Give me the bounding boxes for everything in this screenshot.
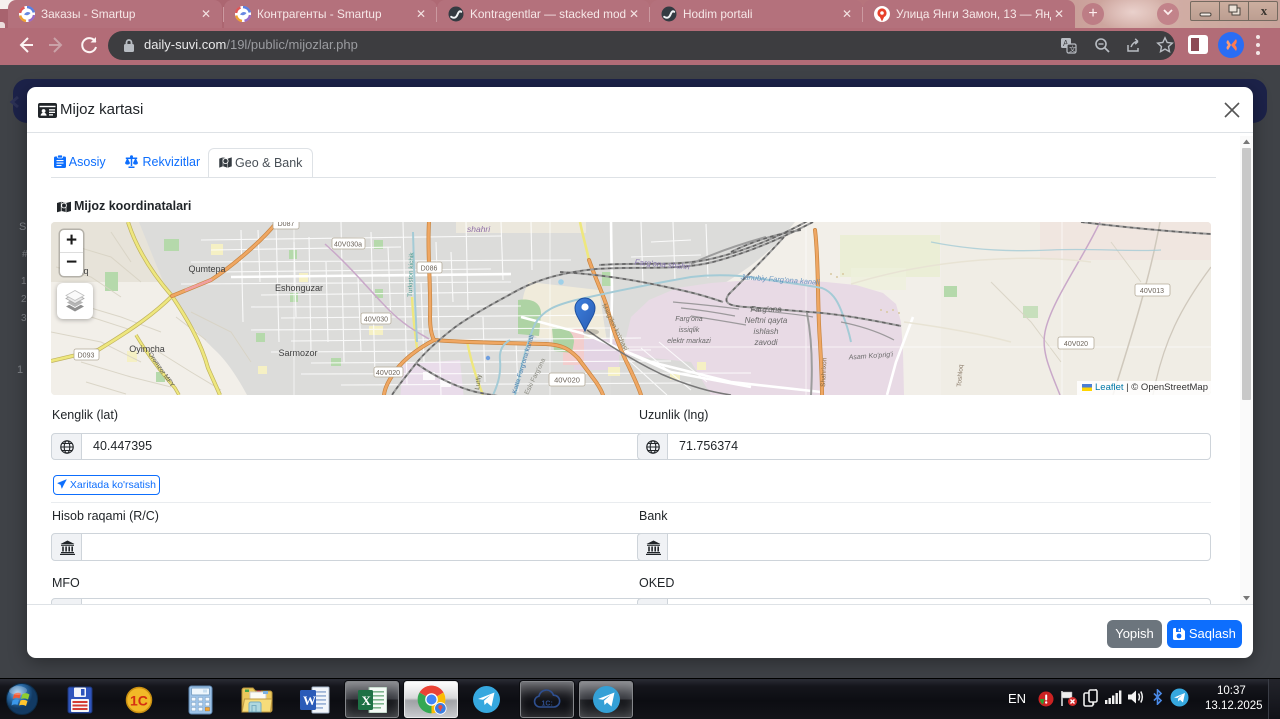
svg-text:W: W bbox=[303, 693, 316, 708]
svg-text:Farg'ona: Farg'ona bbox=[750, 305, 782, 314]
svg-text:D093: D093 bbox=[78, 353, 95, 360]
svg-text:40V013: 40V013 bbox=[1140, 288, 1164, 295]
svg-text:Neftni qayta: Neftni qayta bbox=[745, 316, 788, 325]
svg-text:40V020: 40V020 bbox=[554, 376, 580, 385]
svg-text:D086: D086 bbox=[421, 266, 438, 273]
svg-text:Eshonguzar: Eshonguzar bbox=[275, 283, 323, 293]
svg-text:D087: D087 bbox=[278, 222, 295, 228]
svg-text:Qumtepa: Qumtepa bbox=[188, 264, 225, 274]
svg-text:40V030: 40V030 bbox=[364, 317, 388, 324]
svg-text:issiqlik: issiqlik bbox=[679, 327, 700, 334]
svg-text:Oyimcha: Oyimcha bbox=[129, 344, 165, 354]
svg-text:shahri: shahri bbox=[467, 224, 491, 234]
svg-text:X: X bbox=[362, 693, 372, 708]
svg-text:40V020: 40V020 bbox=[1064, 341, 1088, 348]
svg-text:40V020: 40V020 bbox=[376, 370, 400, 377]
svg-text:1C:: 1C: bbox=[542, 701, 553, 708]
svg-text:Farg'ona: Farg'ona bbox=[675, 316, 703, 323]
svg-text:文: 文 bbox=[1069, 45, 1076, 54]
svg-text:elektr markazi: elektr markazi bbox=[667, 338, 711, 345]
svg-text:40V030a: 40V030a bbox=[334, 242, 362, 249]
svg-text:zavodi: zavodi bbox=[753, 338, 777, 347]
svg-text:1C: 1C bbox=[130, 693, 148, 709]
svg-text:ishlash: ishlash bbox=[754, 327, 779, 336]
svg-text:Sarmozor: Sarmozor bbox=[278, 348, 317, 358]
